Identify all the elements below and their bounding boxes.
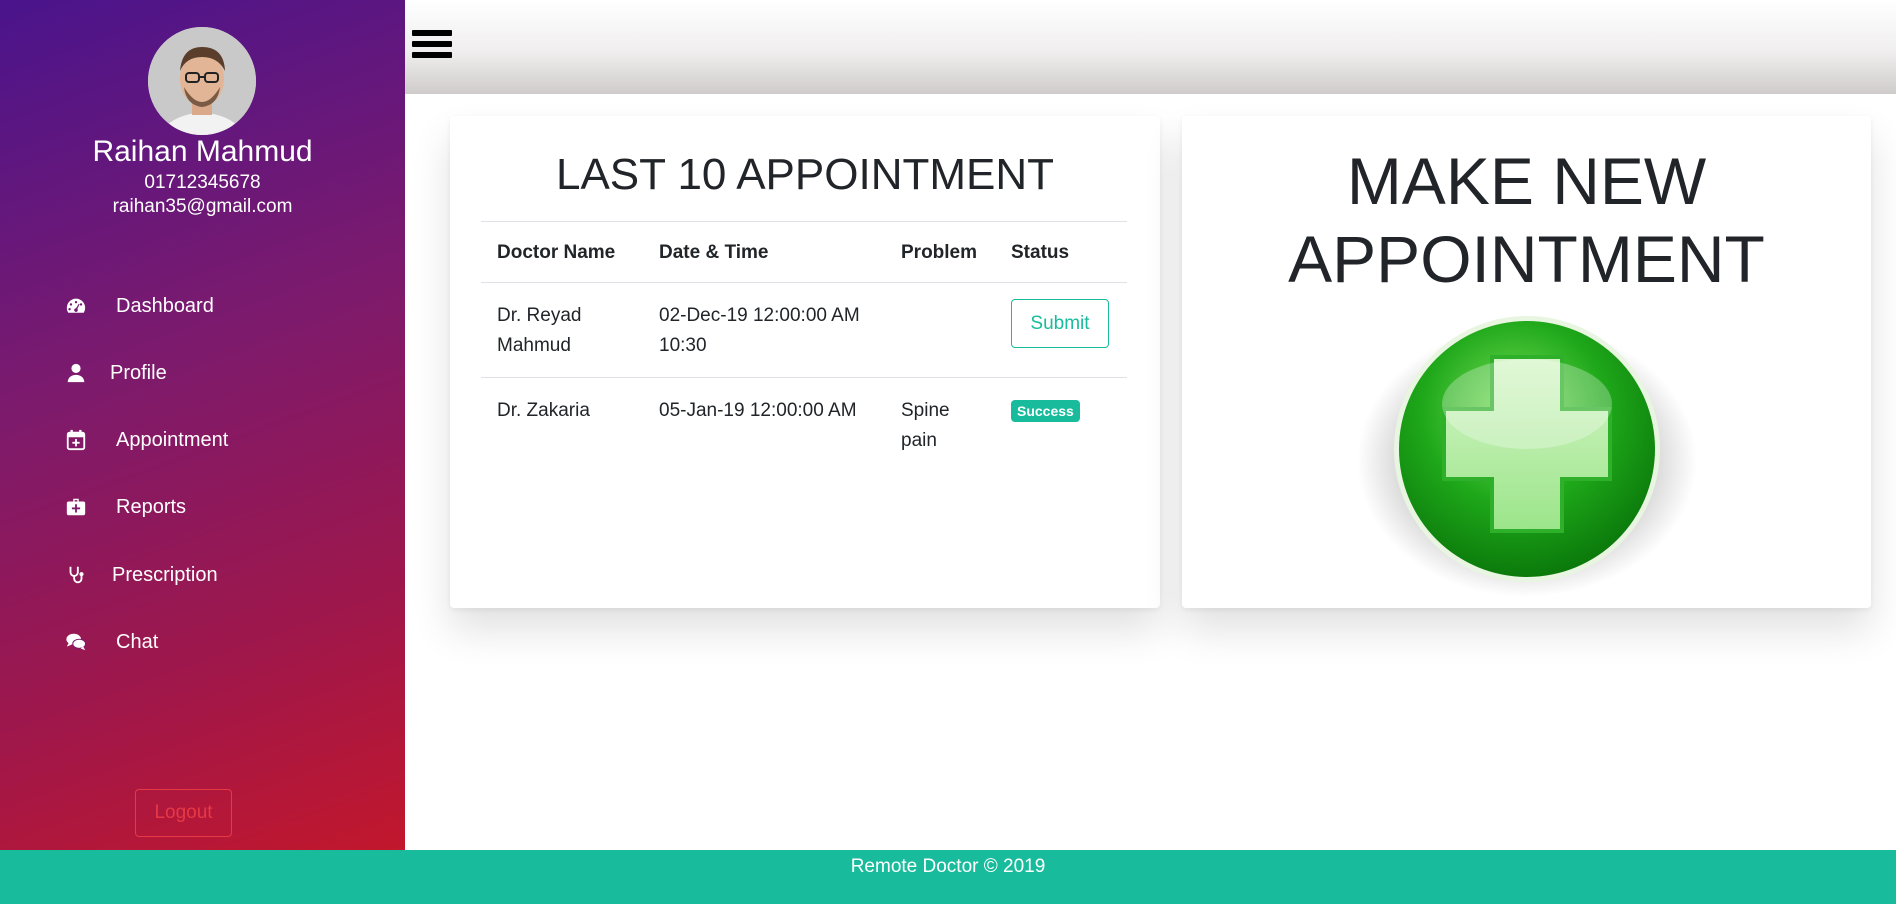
stethoscope-icon: [60, 564, 92, 586]
profile-phone: 01712345678: [144, 172, 261, 193]
avatar: [148, 27, 256, 135]
add-appointment-plus-icon[interactable]: [1352, 309, 1702, 599]
footer-text: Remote Doctor © 2019: [850, 856, 1046, 877]
menu-toggle-icon[interactable]: [412, 30, 452, 62]
sidebar-item-profile[interactable]: Profile: [60, 353, 167, 393]
appointments-table: Doctor Name Date & Time Problem Status D…: [481, 221, 1127, 472]
column-header-datetime: Date & Time: [643, 221, 885, 283]
sidebar-item-label: Profile: [110, 361, 167, 384]
logout-button[interactable]: Logout: [135, 789, 232, 837]
avatar-image: [148, 27, 256, 135]
submit-button[interactable]: Submit: [1011, 299, 1109, 348]
sidebar-item-reports[interactable]: Reports: [60, 487, 186, 527]
sidebar-item-label: Chat: [116, 630, 159, 653]
new-appointment-title-line1: MAKE NEW: [1346, 144, 1707, 218]
medkit-icon: [60, 496, 92, 518]
sidebar-item-label: Prescription: [112, 563, 218, 586]
datetime-cell: 05-Jan-19 12:00:00 AM: [659, 400, 857, 421]
profile-name: Raihan Mahmud: [92, 135, 313, 168]
datetime-cell: 02-Dec-19 12:00:00 AM 10:30: [643, 282, 885, 378]
table-header-row: Doctor Name Date & Time Problem Status: [481, 221, 1127, 283]
calendar-plus-icon: [60, 429, 92, 451]
sidebar-item-label: Reports: [116, 495, 187, 518]
problem-cell: [885, 282, 995, 378]
sidebar-item-dashboard[interactable]: Dashboard: [60, 286, 214, 326]
column-header-problem: Problem: [885, 221, 995, 283]
table-row: Dr. Zakaria 05-Jan-19 12:00:00 AM Spine …: [481, 378, 1127, 473]
status-badge: Success: [1011, 400, 1080, 422]
sidebar-item-label: Appointment: [116, 428, 229, 451]
comments-icon: [60, 631, 92, 653]
new-appointment-card[interactable]: MAKE NEW APPOINTMENT: [1182, 116, 1871, 608]
status-cell: Success: [995, 378, 1127, 473]
sidebar: Raihan Mahmud 01712345678 raihan35@gmail…: [0, 0, 405, 850]
profile-email: raihan35@gmail.com: [112, 196, 293, 217]
new-appointment-title-line2: APPOINTMENT: [1288, 222, 1765, 296]
sidebar-item-label: Dashboard: [116, 294, 214, 317]
sidebar-item-prescription[interactable]: Prescription: [60, 555, 218, 595]
sidebar-item-appointment[interactable]: Appointment: [60, 420, 228, 460]
column-header-status: Status: [995, 221, 1127, 283]
doctor-name-cell: Dr. Reyad Mahmud: [481, 282, 643, 378]
appointments-title: LAST 10 APPOINTMENT: [555, 150, 1054, 199]
doctor-name-cell: Dr. Zakaria: [497, 400, 590, 421]
dashboard-icon: [60, 295, 92, 317]
table-row: Dr. Reyad Mahmud 02-Dec-19 12:00:00 AM 1…: [481, 282, 1127, 378]
status-cell: Submit: [995, 282, 1127, 378]
appointments-card: LAST 10 APPOINTMENT Doctor Name Date & T…: [450, 116, 1160, 608]
sidebar-item-chat[interactable]: Chat: [60, 622, 158, 662]
top-header: [405, 0, 1896, 94]
user-icon: [60, 362, 92, 384]
column-header-doctor: Doctor Name: [481, 221, 643, 283]
new-appointment-title: MAKE NEW APPOINTMENT: [1182, 142, 1871, 298]
footer: Remote Doctor © 2019: [0, 850, 1896, 904]
problem-cell: Spine pain: [901, 400, 950, 451]
